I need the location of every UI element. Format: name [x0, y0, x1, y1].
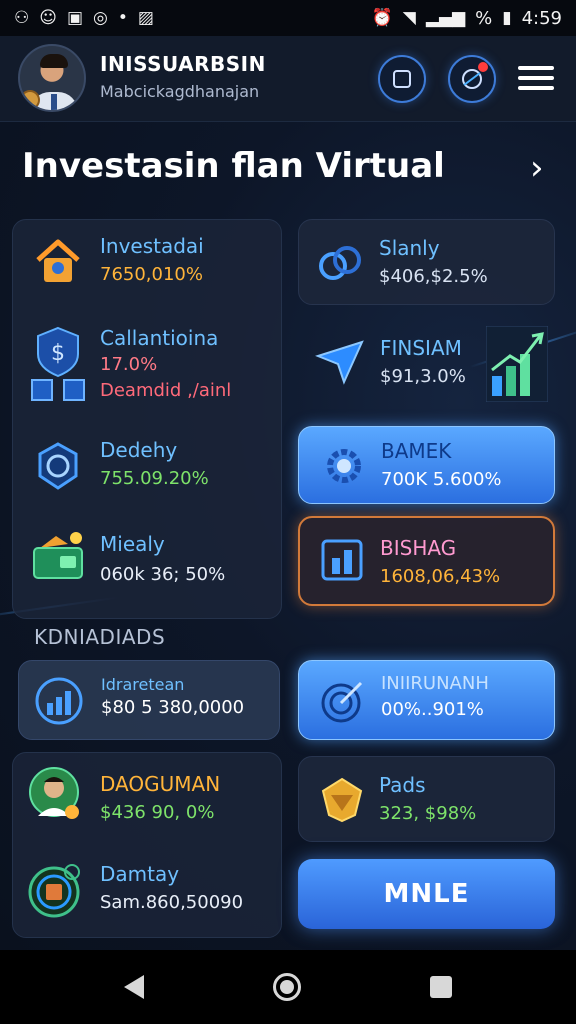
item-title: DAOGUMAN	[100, 772, 221, 796]
chart-box-icon	[321, 539, 363, 581]
item-value: 17.0%	[100, 354, 158, 375]
status-bar: ⚇ ☺ ▣ ◎ • ▨ ⏰ ◥ ▂▄▆ % ▮ 4:59	[0, 0, 576, 36]
house-icon	[36, 239, 80, 282]
card-idraretean[interactable]: Idraretean $80 5 380,0000	[18, 660, 280, 740]
item-value: 060k 36; 50%	[100, 564, 226, 585]
item-value: 7650,010%	[100, 264, 203, 285]
section-label: KDNIADIADS	[34, 625, 166, 649]
item-value: $406,$2.5%	[379, 266, 488, 287]
item-value: 755.09.20%	[100, 468, 209, 489]
header-title: INISSUARBSIN	[100, 52, 266, 76]
gear-icon	[327, 449, 361, 483]
dot-icon: •	[117, 7, 128, 28]
item-title: Damtay	[100, 862, 180, 886]
item-value: 1608,06,43%	[380, 566, 501, 587]
status-left: ⚇ ☺ ▣ ◎ • ▨	[14, 7, 154, 28]
shield-dollar-icon: $	[31, 326, 85, 401]
avatar-tie	[51, 94, 57, 110]
home-icon[interactable]	[272, 973, 301, 1001]
notification-dot	[478, 62, 488, 72]
avatar-icon	[29, 767, 79, 819]
hamburger-line	[518, 86, 554, 90]
item-subtitle: Deamdid ,/ainl	[100, 380, 232, 401]
item-value: $80 5 380,0000	[101, 697, 245, 718]
card-iniirunanh[interactable]: INIIRUNANH 00%..901%	[298, 660, 555, 740]
app-circle-icon	[28, 864, 80, 918]
card-bamek[interactable]: BAMEK 700K 5.600%	[298, 426, 555, 504]
menu-button[interactable]	[518, 66, 554, 92]
item-value: 323, $98%	[379, 803, 477, 824]
item-title: BISHAG	[380, 536, 457, 560]
app-header: INISSUARBSIN Mabcickagdhanajan	[0, 36, 576, 122]
item-title: Investadai	[100, 234, 204, 258]
alarm-icon: ⏰	[371, 7, 393, 28]
item-title: Slanly	[379, 236, 440, 260]
item-value: 00%..901%	[381, 699, 484, 720]
message-icon: ▣	[66, 7, 84, 28]
link-icon: ⚇	[14, 7, 30, 28]
item-value: $436 90, 0%	[100, 802, 215, 823]
gold-gem-icon	[321, 777, 363, 823]
recents-icon[interactable]	[429, 976, 452, 998]
photo-icon: ▨	[137, 7, 154, 28]
wifi-icon: ◥	[402, 7, 416, 28]
paper-plane-icon	[315, 340, 364, 385]
avatar-hair	[40, 54, 68, 68]
medal-icon	[20, 90, 40, 110]
item-title: FINSIAM	[380, 336, 462, 360]
battery-icon: ▮	[502, 7, 512, 28]
link-rings-icon	[319, 246, 361, 280]
battery-percent: %	[475, 7, 493, 29]
hamburger-line	[518, 76, 554, 80]
card-bishag[interactable]: BISHAG 1608,06,43%	[298, 516, 555, 606]
back-icon[interactable]	[124, 975, 145, 999]
growth-chart-icon	[486, 326, 548, 402]
notifications-button[interactable]	[448, 55, 496, 103]
signal-icon: ▂▄▆	[425, 7, 466, 28]
main-action-button[interactable]: MNLE	[298, 859, 555, 929]
target-arrow-icon	[321, 681, 363, 723]
item-title: Pads	[379, 773, 426, 797]
discord-icon: ☺	[39, 7, 57, 28]
status-right: ⏰ ◥ ▂▄▆ % ▮ 4:59	[372, 8, 562, 29]
wallet-button[interactable]	[378, 55, 426, 103]
card-slanly[interactable]: Slanly $406,$2.5%	[298, 219, 555, 305]
system-nav-bar	[0, 950, 576, 1024]
chevron-right-icon[interactable]: ›	[530, 148, 544, 188]
item-title: INIIRUNANH	[381, 673, 489, 694]
svg-text:$: $	[51, 341, 65, 366]
item-value: $91,3.0%	[380, 366, 466, 387]
globe-badge-icon	[38, 442, 78, 490]
home-dot	[279, 980, 294, 994]
square-icon	[393, 70, 411, 88]
wallet-icon	[33, 532, 83, 579]
item-title: Idraretean	[101, 675, 185, 694]
section-title: Investasin flan Virtual	[22, 146, 445, 186]
card-pads[interactable]: Pads 323, $98%	[298, 756, 555, 842]
profile-avatar[interactable]	[18, 44, 86, 112]
item-title: BAMEK	[381, 439, 452, 463]
clock: 4:59	[521, 7, 562, 29]
bar-chart-circle-icon	[35, 677, 83, 725]
item-title: Miealy	[100, 532, 165, 556]
app-screen: INISSUARBSIN Mabcickagdhanajan Investasi…	[0, 36, 576, 950]
item-title: Callantioina	[100, 326, 219, 350]
item-value: Sam.860,50090	[100, 892, 244, 913]
item-title: Dedehy	[100, 438, 178, 462]
hamburger-line	[518, 66, 554, 70]
shazam-icon: ◎	[93, 7, 108, 28]
header-subtitle: Mabcickagdhanajan	[100, 82, 260, 101]
item-value: 700K 5.600%	[381, 469, 502, 490]
